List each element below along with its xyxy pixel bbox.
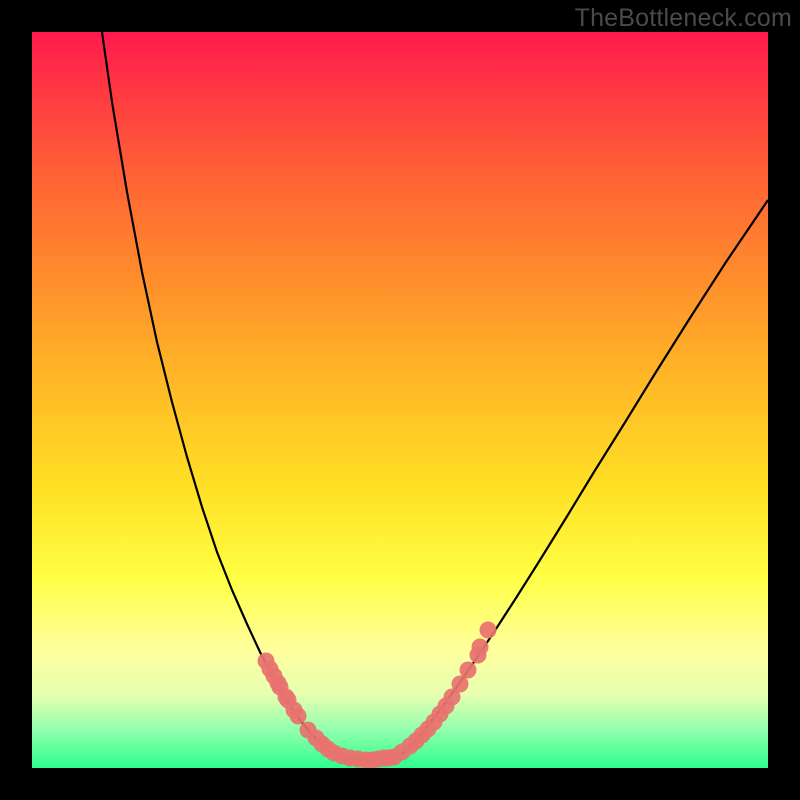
plot-area — [32, 32, 768, 768]
data-point — [480, 622, 497, 639]
chart-svg — [32, 32, 768, 768]
curve-group — [102, 32, 768, 761]
right-dot-cluster — [380, 622, 497, 767]
data-point — [470, 647, 487, 664]
bottleneck-curve — [102, 32, 768, 761]
watermark-text: TheBottleneck.com — [575, 4, 792, 33]
outer-frame: TheBottleneck.com — [0, 0, 800, 800]
data-point — [290, 708, 307, 725]
left-dot-cluster — [258, 653, 393, 769]
data-point — [460, 662, 477, 679]
